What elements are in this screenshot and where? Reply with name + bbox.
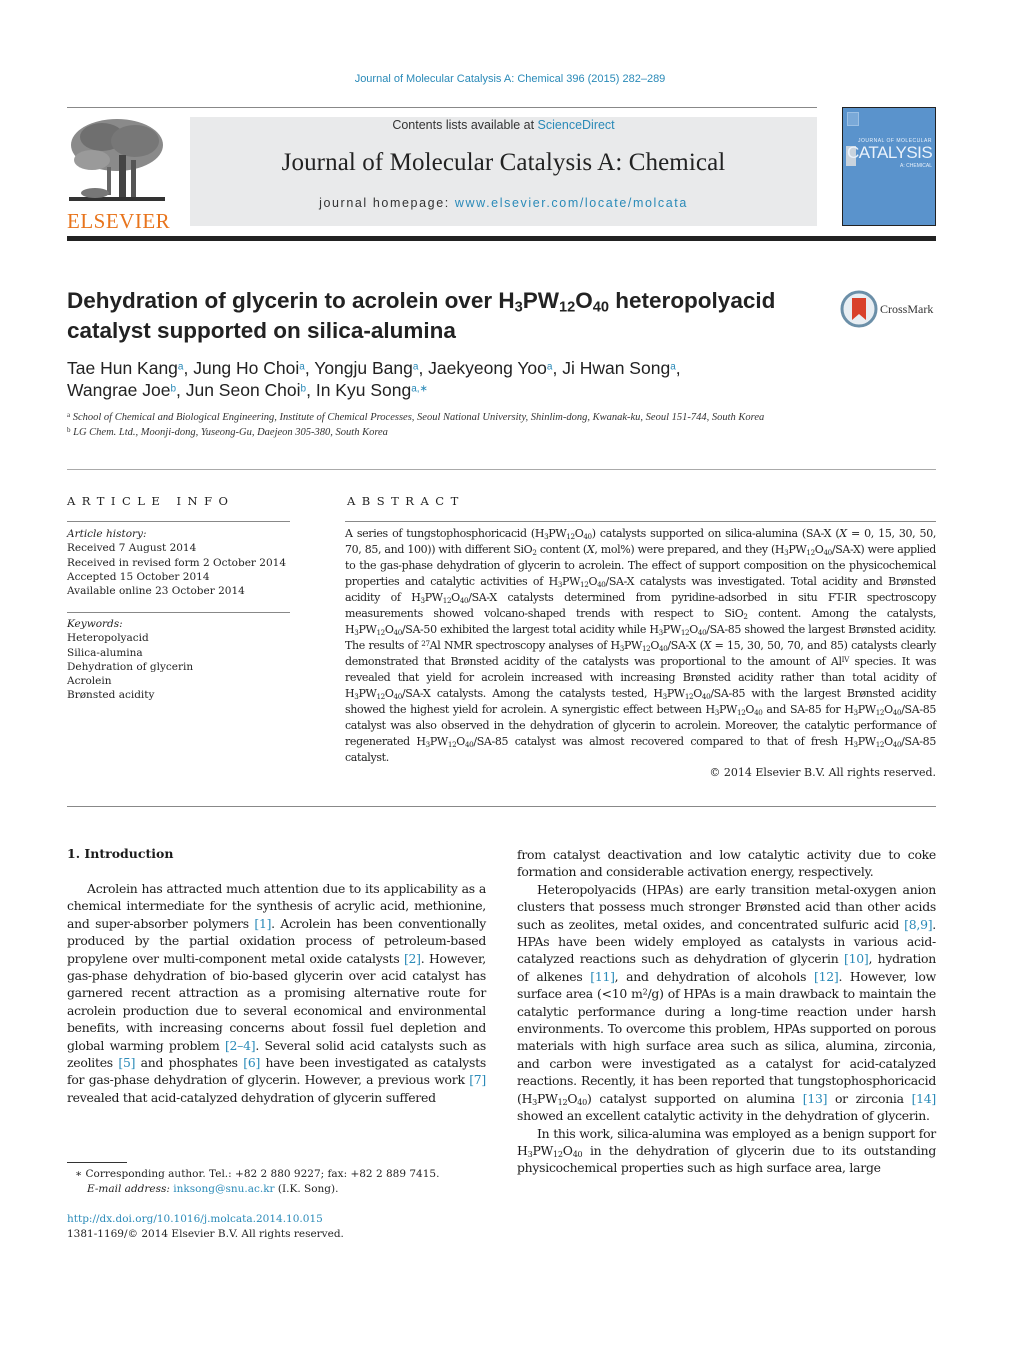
author-list: Tae Hun Kanga, Jung Ho Choia, Yongju Ban… [67, 358, 681, 400]
author[interactable]: Ji Hwan Songa [562, 358, 676, 378]
corresponding-author-note: ∗ Corresponding author. Tel.: +82 2 880 … [75, 1168, 440, 1180]
journal-cover-image[interactable]: JOURNAL OF MOLECULAR CATALYSIS A: CHEMIC… [842, 107, 936, 226]
homepage-line: journal homepage: www.elsevier.com/locat… [190, 196, 817, 210]
history-item: Received 7 August 2014 [67, 542, 197, 555]
author[interactable]: Yongju Banga [314, 358, 418, 378]
divider [67, 521, 290, 522]
tree-logo-icon [69, 119, 165, 201]
keywords-label: Keywords: [67, 618, 123, 630]
homepage-prefix: journal homepage: [319, 196, 455, 210]
affiliation-a: a School of Chemical and Biological Engi… [67, 410, 765, 423]
article-info-heading: ARTICLE INFO [67, 494, 235, 508]
reference-link[interactable]: [14] [912, 1091, 937, 1106]
keywords: Keywords: Heteropolyacid Silica-alumina … [67, 617, 290, 703]
reference-link[interactable]: [2–4] [225, 1038, 256, 1053]
reference-link[interactable]: [10] [844, 951, 869, 966]
history-item: Accepted 15 October 2014 [67, 570, 210, 583]
crossmark-button[interactable]: CrossMark [840, 290, 940, 330]
author[interactable]: Jung Ho Choia [193, 358, 305, 378]
abstract-copyright: © 2014 Elsevier B.V. All rights reserved… [709, 766, 936, 779]
author-affiliation-mark[interactable]: a [413, 362, 419, 373]
reference-link[interactable]: [6] [243, 1055, 260, 1070]
author-affiliation-mark[interactable]: a,∗ [411, 384, 428, 395]
elsevier-logo[interactable]: ELSEVIER [67, 115, 170, 232]
author-affiliation-mark[interactable]: a [670, 362, 676, 373]
doi-block: http://dx.doi.org/10.1016/j.molcata.2014… [67, 1212, 344, 1241]
author[interactable]: Wangrae Joeb [67, 380, 176, 400]
journal-title: Journal of Molecular Catalysis A: Chemic… [281, 149, 726, 176]
keyword: Dehydration of glycerin [67, 660, 194, 673]
crossmark-label: CrossMark [880, 302, 934, 316]
contents-line: Contents lists available at ScienceDirec… [190, 118, 817, 132]
keyword: Silica-alumina [67, 646, 143, 659]
affiliations: a School of Chemical and Biological Engi… [67, 411, 827, 440]
cover-text: JOURNAL OF MOLECULAR CATALYSIS A: CHEMIC… [847, 138, 933, 169]
author-affiliation-mark[interactable]: a [178, 362, 184, 373]
cover-big-text: CATALYSIS [847, 143, 933, 162]
author[interactable]: In Kyu Songa,∗ [316, 380, 428, 400]
reference-link[interactable]: [8,9] [904, 917, 932, 932]
keyword: Brønsted acidity [67, 689, 155, 702]
article-title: Dehydration of glycerin to acrolein over… [67, 288, 776, 343]
history-item: Available online 23 October 2014 [67, 585, 245, 598]
footnote-divider [67, 1162, 127, 1163]
reference-link[interactable]: [2] [404, 951, 421, 966]
issn-line: 1381-1169/© 2014 Elsevier B.V. All right… [67, 1227, 344, 1240]
divider [67, 107, 817, 108]
article-history: Article history: Received 7 August 2014 … [67, 527, 290, 598]
divider [67, 806, 936, 807]
homepage-link[interactable]: www.elsevier.com/locate/molcata [455, 196, 688, 210]
divider [67, 612, 290, 613]
abstract-text: A series of tungstophosphoricacid (H3PW1… [345, 527, 937, 764]
journal-header-band: Contents lists available at ScienceDirec… [190, 117, 817, 226]
sciencedirect-link[interactable]: ScienceDirect [538, 118, 615, 132]
author[interactable]: Tae Hun Kanga [67, 358, 183, 378]
affiliation-b: b LG Chem. Ltd., Moonji-dong, Yuseong-Gu… [67, 425, 388, 438]
contents-prefix: Contents lists available at [392, 118, 538, 132]
email-link[interactable]: inksong@snu.ac.kr [173, 1183, 274, 1195]
author[interactable]: Jaekyeong Yooa [428, 358, 552, 378]
journal-reference-link[interactable]: Journal of Molecular Catalysis A: Chemic… [0, 73, 1020, 85]
doi-link[interactable]: http://dx.doi.org/10.1016/j.molcata.2014… [67, 1213, 323, 1225]
keyword: Acrolein [67, 675, 112, 688]
elsevier-logo-text: ELSEVIER [67, 209, 171, 233]
history-item: Received in revised form 2 October 2014 [67, 556, 287, 569]
divider [67, 469, 936, 470]
email-line: E-mail address: inksong@snu.ac.kr (I.K. … [87, 1182, 339, 1195]
author-affiliation-mark[interactable]: a [299, 362, 305, 373]
history-label: Article history: [67, 528, 147, 540]
reference-link[interactable]: [1] [254, 916, 271, 931]
author-affiliation-mark[interactable]: b [170, 384, 176, 395]
cover-emblem-icon [847, 112, 859, 126]
reference-link[interactable]: [7] [469, 1072, 486, 1087]
reference-link[interactable]: [13] [803, 1091, 828, 1106]
author-affiliation-mark[interactable]: a [547, 362, 553, 373]
body-column-left: Acrolein has attracted much attention du… [67, 881, 486, 1105]
author[interactable]: Jun Seon Choib [186, 380, 306, 400]
keyword: Heteropolyacid [67, 632, 149, 645]
header-divider [67, 236, 936, 241]
reference-link[interactable]: [5] [118, 1055, 135, 1070]
crossmark-icon [840, 290, 878, 328]
divider [345, 521, 936, 522]
section-title-introduction: 1. Introduction [67, 846, 174, 861]
reference-link[interactable]: [11] [590, 969, 615, 984]
reference-link[interactable]: [12] [814, 969, 839, 984]
author-affiliation-mark[interactable]: b [301, 384, 307, 395]
abstract-heading: ABSTRACT [347, 494, 465, 508]
cover-sub-text: A: CHEMICAL [900, 163, 932, 169]
body-column-right: from catalyst deactivation and low catal… [517, 847, 937, 1176]
footnote: ∗ Corresponding author. Tel.: +82 2 880 … [67, 1167, 497, 1196]
